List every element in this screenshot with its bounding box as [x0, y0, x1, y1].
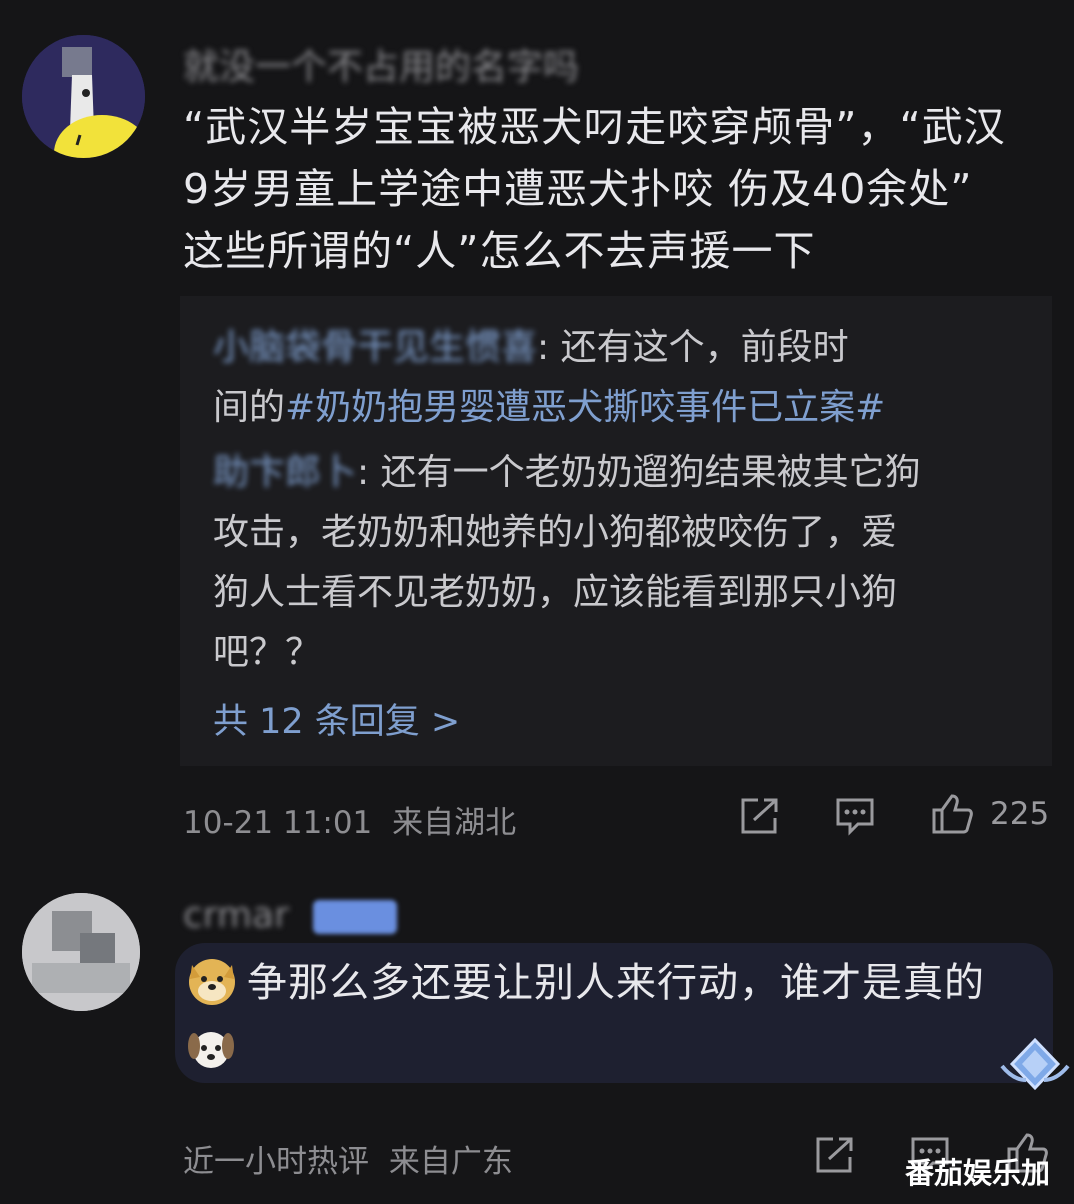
- reply-username[interactable]: 助卞郎卜: [213, 452, 357, 493]
- reply-text: 狗人士看不见老奶奶，应该能看到那只小狗: [213, 572, 898, 613]
- comment-username[interactable]: 就没一个不占用的名字吗: [183, 38, 579, 90]
- comment-meta: 10-21 11:01 来自湖北: [183, 797, 516, 842]
- comment-time: 10-21 11:01: [183, 805, 373, 841]
- share-icon[interactable]: [813, 1135, 855, 1175]
- doge-emoji: [189, 959, 235, 1005]
- badge-icon: [1000, 1037, 1070, 1091]
- comment-body: “武汉半岁宝宝被恶犬叼走咬穿颅骨”，“武汉 9岁男童上学途中遭恶犬扑咬 伤及40…: [183, 96, 1053, 282]
- more-replies-link[interactable]: 共 12 条回复 >: [213, 693, 460, 744]
- comment-location: 来自湖北: [392, 805, 517, 841]
- comment-body: 争那么多还要让别人来行动，谁才是真的: [247, 960, 985, 1006]
- share-icon[interactable]: [738, 796, 780, 836]
- reply-text: : 还有一个老奶奶遛狗结果被其它狗: [357, 452, 921, 493]
- reply-username[interactable]: 小脑袋骨干见生惯喜: [213, 327, 537, 368]
- like-count: 225: [990, 796, 1050, 832]
- reply-item[interactable]: 助卞郎卜: 还有一个老奶奶遛狗结果被其它狗 攻击，老奶奶和她养的小狗都被咬伤了，…: [213, 443, 1013, 683]
- avatar[interactable]: [22, 893, 140, 1011]
- comment-meta: 近一小时热评 来自广东: [183, 1136, 513, 1181]
- reply-text: : 还有这个，前段时: [537, 327, 849, 368]
- watermark: 番茄娱乐加: [905, 1156, 1051, 1190]
- comment-username[interactable]: crmar: [183, 895, 289, 936]
- comment-time: 近一小时热评: [183, 1144, 369, 1180]
- reply-item[interactable]: 小脑袋骨干见生惯喜: 还有这个，前段时 间的#奶奶抱男婴遭恶犬撕咬事件已立案#: [213, 318, 1013, 438]
- comment-location: 来自广东: [388, 1144, 513, 1180]
- hashtag-link[interactable]: #奶奶抱男婴遭恶犬撕咬事件已立案#: [285, 387, 885, 428]
- user-badge: [313, 900, 397, 934]
- comment-line: 9岁男童上学途中遭恶犬扑咬 伤及40余处”: [183, 165, 973, 213]
- reply-text: 吧？？: [213, 632, 322, 673]
- reply-text: 间的: [213, 387, 286, 428]
- comment-line: 这些所谓的“人”怎么不去声援一下: [183, 227, 816, 275]
- comment-icon[interactable]: [834, 796, 876, 836]
- comment-line: “武汉半岁宝宝被恶犬叼走咬穿颅骨”，“武汉: [183, 103, 1006, 151]
- avatar[interactable]: [22, 35, 145, 158]
- avatar-image: [22, 35, 145, 158]
- avatar-image: [22, 893, 140, 1011]
- dog-emoji: [188, 1032, 234, 1068]
- reply-text: 攻击，老奶奶和她养的小狗都被咬伤了，爱: [213, 512, 898, 553]
- like-icon[interactable]: [930, 792, 974, 836]
